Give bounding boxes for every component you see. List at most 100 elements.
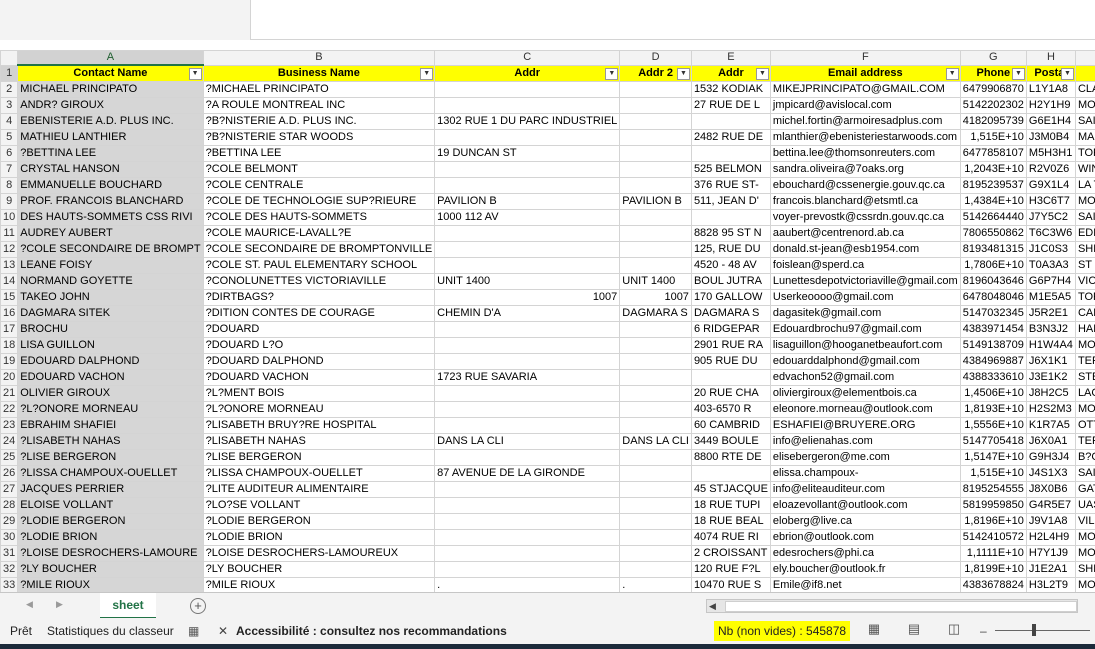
- cell-b[interactable]: ?DOUARD L?O: [202, 337, 436, 354]
- cell-d[interactable]: [619, 401, 692, 418]
- column-header-d[interactable]: D: [619, 50, 692, 66]
- cell-g[interactable]: 4383971454: [959, 321, 1027, 338]
- horizontal-scrollbar[interactable]: ◀: [706, 599, 1078, 613]
- cell-i[interactable]: B?CANCOUR: [1074, 449, 1095, 466]
- row-header[interactable]: 30: [0, 529, 19, 546]
- cell-i[interactable]: MONTR?AL: [1074, 97, 1095, 114]
- cell-h[interactable]: J3M0B4: [1025, 129, 1076, 146]
- row-header[interactable]: 3: [0, 97, 19, 114]
- cell-d[interactable]: [619, 97, 692, 114]
- cell-i[interactable]: UASHAT: [1074, 497, 1095, 514]
- cell-c[interactable]: CHEMIN D'A: [434, 305, 621, 322]
- cell-e[interactable]: 3449 BOULE: [690, 433, 771, 450]
- cell-d[interactable]: [619, 529, 692, 546]
- cell-d[interactable]: [619, 337, 692, 354]
- header-cell[interactable]: Addr ▼: [434, 64, 621, 82]
- filter-dropdown-icon[interactable]: ▼: [420, 67, 434, 80]
- cell-e[interactable]: 6 RIDGEPAR: [690, 321, 771, 338]
- cell-a[interactable]: EBRAHIM SHAFIEI: [17, 417, 204, 434]
- cell-e[interactable]: [690, 369, 771, 386]
- select-all-corner[interactable]: [0, 50, 19, 66]
- zoom-out-icon[interactable]: –: [980, 624, 987, 638]
- row-header[interactable]: 11: [0, 225, 19, 242]
- cell-f[interactable]: francois.blanchard@etsmtl.ca: [769, 193, 961, 210]
- row-header[interactable]: 23: [0, 417, 19, 434]
- cell-f[interactable]: ely.boucher@outlook.fr: [769, 561, 961, 578]
- cell-e[interactable]: DAGMARA S: [690, 305, 771, 322]
- cell-d[interactable]: [619, 257, 692, 274]
- cell-e[interactable]: [690, 145, 771, 162]
- cell-a[interactable]: ANDR? GIROUX: [17, 97, 204, 114]
- cell-a[interactable]: ?LY BOUCHER: [17, 561, 204, 578]
- filter-dropdown-icon[interactable]: ▼: [945, 67, 959, 80]
- cell-b[interactable]: ?COLE BELMONT: [202, 161, 436, 178]
- cell-a[interactable]: TAKEO JOHN: [17, 289, 204, 306]
- filter-dropdown-icon[interactable]: ▼: [1060, 67, 1074, 80]
- cell-g[interactable]: 7806550862: [959, 225, 1027, 242]
- cell-h[interactable]: H2Y1H9: [1025, 97, 1076, 114]
- cell-e[interactable]: 4074 RUE RI: [690, 529, 771, 546]
- cell-d[interactable]: [619, 545, 692, 562]
- cell-a[interactable]: ?BETTINA LEE: [17, 145, 204, 162]
- row-header[interactable]: 8: [0, 177, 19, 194]
- cell-f[interactable]: info@eliteauditeur.com: [769, 481, 961, 498]
- cell-i[interactable]: MONTREAL: [1074, 577, 1095, 592]
- cell-f[interactable]: voyer-prevostk@cssrdn.gouv.qc.ca: [769, 209, 961, 226]
- column-header-e[interactable]: E: [690, 50, 771, 66]
- row-header[interactable]: 16: [0, 305, 19, 322]
- cell-h[interactable]: J8X0B6: [1025, 481, 1076, 498]
- cell-a[interactable]: EMMANUELLE BOUCHARD: [17, 177, 204, 194]
- cell-g[interactable]: 1,7806E+10: [959, 257, 1027, 274]
- filter-dropdown-icon[interactable]: ▼: [188, 68, 202, 80]
- cell-g[interactable]: 5142664440: [959, 209, 1027, 226]
- cell-c[interactable]: [434, 401, 621, 418]
- cell-e[interactable]: 10470 RUE S: [690, 577, 771, 592]
- cell-i[interactable]: CANDIAC: [1074, 305, 1095, 322]
- cell-d[interactable]: [619, 177, 692, 194]
- cell-d[interactable]: [619, 321, 692, 338]
- cell-h[interactable]: H1W4A4: [1025, 337, 1076, 354]
- cell-b[interactable]: ?LISABETH NAHAS: [202, 433, 436, 450]
- cell-b[interactable]: ?B?NISTERIE STAR WOODS: [202, 129, 436, 146]
- cell-e[interactable]: 376 RUE ST-: [690, 177, 771, 194]
- cell-b[interactable]: ?LITE AUDITEUR ALIMENTAIRE: [202, 481, 436, 498]
- cell-h[interactable]: M1E5A5: [1025, 289, 1076, 306]
- cell-d[interactable]: UNIT 1400: [619, 273, 692, 290]
- cell-b[interactable]: ?CONOLUNETTES VICTORIAVILLE: [202, 273, 436, 290]
- prev-sheet-icon[interactable]: ◀: [26, 599, 33, 610]
- cell-a[interactable]: EBENISTERIE A.D. PLUS INC.: [17, 113, 204, 130]
- row-header[interactable]: 21: [0, 385, 19, 402]
- cell-e[interactable]: 403-6570 R: [690, 401, 771, 418]
- cell-h[interactable]: B3N3J2: [1025, 321, 1076, 338]
- cell-b[interactable]: ?BETTINA LEE: [202, 145, 436, 162]
- cell-d[interactable]: [619, 481, 692, 498]
- cell-c[interactable]: 1723 RUE SAVARIA: [434, 369, 621, 386]
- cell-h[interactable]: H3C6T7: [1025, 193, 1076, 210]
- macro-record-icon[interactable]: ▦: [188, 624, 199, 638]
- cell-c[interactable]: [434, 513, 621, 530]
- cell-a[interactable]: EDOUARD DALPHOND: [17, 353, 204, 370]
- cell-g[interactable]: 4383678824: [959, 577, 1027, 592]
- cell-b[interactable]: ?DOUARD: [202, 321, 436, 338]
- cell-b[interactable]: ?B?NISTERIE A.D. PLUS INC.: [202, 113, 436, 130]
- cell-i[interactable]: SAINTE-MAR: [1074, 113, 1095, 130]
- cell-i[interactable]: LACHUTE: [1074, 385, 1095, 402]
- cell-e[interactable]: 18 RUE BEAL: [690, 513, 771, 530]
- cell-d[interactable]: [619, 145, 692, 162]
- cell-i[interactable]: TORONTO: [1074, 289, 1095, 306]
- row-header[interactable]: 20: [0, 369, 19, 386]
- cell-d[interactable]: [619, 561, 692, 578]
- cell-f[interactable]: MIKEJPRINCIPATO@GMAIL.COM: [769, 81, 961, 98]
- cell-c[interactable]: [434, 257, 621, 274]
- cell-i[interactable]: SAINT-J?R?N: [1074, 209, 1095, 226]
- formula-input[interactable]: [250, 0, 1095, 40]
- filter-dropdown-icon[interactable]: ▼: [1011, 67, 1025, 80]
- cell-a[interactable]: BROCHU: [17, 321, 204, 338]
- cell-e[interactable]: BOUL JUTRA: [690, 273, 771, 290]
- row-header[interactable]: 9: [0, 193, 19, 210]
- cell-b[interactable]: ?LODIE BRION: [202, 529, 436, 546]
- cell-f[interactable]: ESHAFIEI@BRUYERE.ORG: [769, 417, 961, 434]
- cell-c[interactable]: [434, 81, 621, 98]
- cell-f[interactable]: mlanthier@ebenisteriestarwoods.com: [769, 129, 961, 146]
- cell-d[interactable]: [619, 513, 692, 530]
